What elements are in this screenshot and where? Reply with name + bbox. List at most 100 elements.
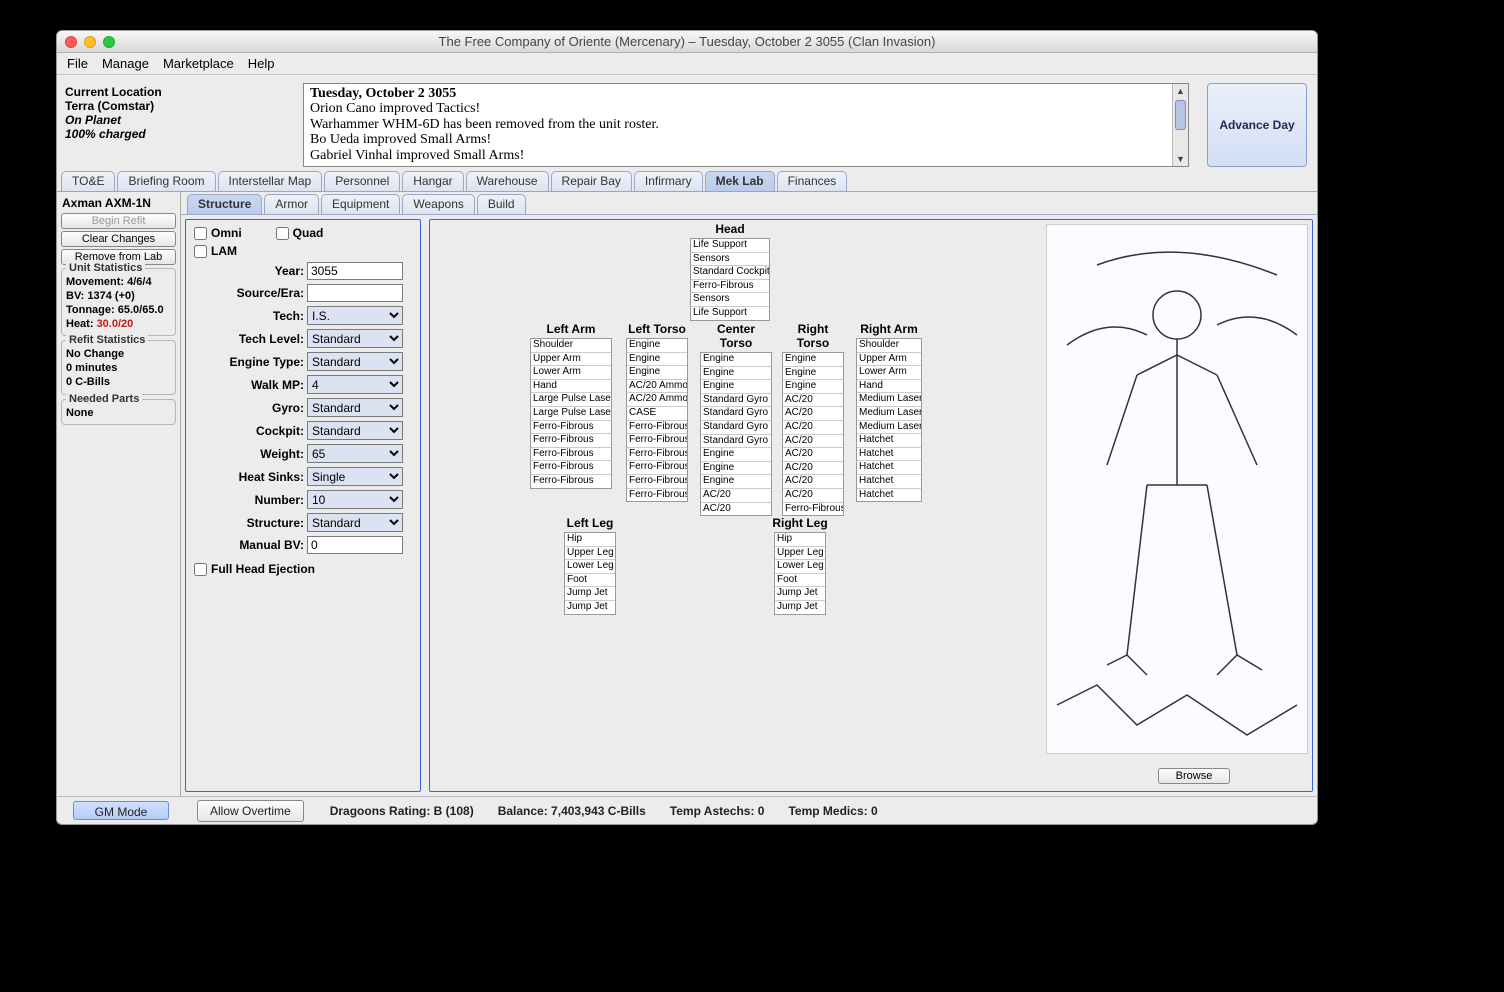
menu-marketplace[interactable]: Marketplace (163, 56, 234, 71)
crit-slot[interactable]: Hip (565, 533, 615, 547)
structure-select[interactable]: Standard (307, 513, 403, 532)
year-field[interactable] (307, 262, 403, 280)
crit-slot[interactable]: Medium Laser (857, 393, 921, 407)
menu-file[interactable]: File (67, 56, 88, 71)
crit-slot[interactable]: Foot (565, 574, 615, 588)
crit-slot[interactable]: Hand (531, 380, 611, 394)
subtab-build[interactable]: Build (477, 194, 526, 214)
crit-slot[interactable]: Ferro-Fibrous (627, 434, 687, 448)
crit-slot[interactable]: Ferro-Fibrous (531, 475, 611, 488)
menu-manage[interactable]: Manage (102, 56, 149, 71)
crit-slot[interactable]: Hatchet (857, 475, 921, 489)
crit-slot[interactable]: Engine (701, 380, 771, 394)
crit-slot[interactable]: Standard Cockpit (691, 266, 769, 280)
crit-slot[interactable]: Lower Leg (565, 560, 615, 574)
loc-lt-slots[interactable]: EngineEngineEngineAC/20 AmmoAC/20 AmmoCA… (626, 338, 688, 502)
allow-overtime-button[interactable]: Allow Overtime (197, 800, 304, 822)
omni-checkbox[interactable]: Omni (194, 226, 242, 240)
crit-slot[interactable]: Standard Gyro (701, 421, 771, 435)
crit-slot[interactable]: Engine (701, 367, 771, 381)
crit-slot[interactable]: AC/20 (783, 421, 843, 435)
crit-slot[interactable]: AC/20 (701, 503, 771, 516)
crit-slot[interactable]: AC/20 (783, 435, 843, 449)
subtab-weapons[interactable]: Weapons (402, 194, 474, 214)
subtab-equipment[interactable]: Equipment (321, 194, 400, 214)
gyro-select[interactable]: Standard (307, 398, 403, 417)
crit-slot[interactable]: Standard Gyro (701, 435, 771, 449)
crit-slot[interactable]: Engine (627, 366, 687, 380)
crit-slot[interactable]: AC/20 Ammo (627, 393, 687, 407)
crit-slot[interactable]: Ferro-Fibrous (627, 475, 687, 489)
tab-repair[interactable]: Repair Bay (551, 171, 632, 191)
crit-slot[interactable]: Jump Jet (775, 601, 825, 614)
crit-slot[interactable]: Ferro-Fibrous (627, 421, 687, 435)
crit-slot[interactable]: Jump Jet (565, 601, 615, 614)
crit-slot[interactable]: Ferro-Fibrous (627, 489, 687, 502)
crit-slot[interactable]: Engine (627, 353, 687, 367)
crit-slot[interactable]: Hand (857, 380, 921, 394)
crit-slot[interactable]: Jump Jet (565, 587, 615, 601)
crit-slot[interactable]: AC/20 (783, 462, 843, 476)
loc-head-slots[interactable]: Life SupportSensorsStandard CockpitFerro… (690, 238, 770, 321)
crit-slot[interactable]: Engine (783, 380, 843, 394)
crit-slot[interactable]: AC/20 (783, 448, 843, 462)
crit-slot[interactable]: Ferro-Fibrous (531, 461, 611, 475)
crit-slot[interactable]: Hatchet (857, 461, 921, 475)
crit-slot[interactable]: Engine (783, 353, 843, 367)
crit-slot[interactable]: Shoulder (857, 339, 921, 353)
crit-slot[interactable]: AC/20 Ammo (627, 380, 687, 394)
tab-personnel[interactable]: Personnel (324, 171, 400, 191)
crit-slot[interactable]: Large Pulse Laser (531, 393, 611, 407)
crit-slot[interactable]: AC/20 (783, 475, 843, 489)
crit-slot[interactable]: Ferro-Fibrous (691, 280, 769, 294)
crit-slot[interactable]: Large Pulse Laser (531, 407, 611, 421)
crit-slot[interactable]: Sensors (691, 253, 769, 267)
log-scrollbar[interactable]: ▲ ▼ (1172, 84, 1188, 166)
crit-slot[interactable]: Shoulder (531, 339, 611, 353)
cockpit-select[interactable]: Standard (307, 421, 403, 440)
loc-ct-slots[interactable]: EngineEngineEngineStandard GyroStandard … (700, 352, 772, 516)
subtab-armor[interactable]: Armor (264, 194, 319, 214)
crit-slot[interactable]: Standard Gyro (701, 394, 771, 408)
begin-refit-button[interactable]: Begin Refit (61, 213, 176, 229)
tab-briefing[interactable]: Briefing Room (117, 171, 215, 191)
weight-select[interactable]: 65 (307, 444, 403, 463)
fullhead-checkbox[interactable]: Full Head Ejection (194, 562, 412, 576)
menu-help[interactable]: Help (248, 56, 275, 71)
crit-slot[interactable]: CASE (627, 407, 687, 421)
crit-slot[interactable]: AC/20 (783, 394, 843, 408)
tab-map[interactable]: Interstellar Map (218, 171, 323, 191)
engine-select[interactable]: Standard (307, 352, 403, 371)
browse-button[interactable]: Browse (1158, 768, 1230, 784)
subtab-structure[interactable]: Structure (187, 194, 262, 214)
crit-slot[interactable]: Ferro-Fibrous (627, 461, 687, 475)
crit-slot[interactable]: Upper Leg (775, 547, 825, 561)
crit-slot[interactable]: Ferro-Fibrous (627, 448, 687, 462)
crit-slot[interactable]: Upper Arm (531, 353, 611, 367)
walkmp-select[interactable]: 4 (307, 375, 403, 394)
crit-slot[interactable]: Lower Leg (775, 560, 825, 574)
crit-slot[interactable]: Engine (783, 367, 843, 381)
heatsinks-select[interactable]: Single (307, 467, 403, 486)
crit-slot[interactable]: Jump Jet (775, 587, 825, 601)
crit-slot[interactable]: Ferro-Fibrous (783, 503, 843, 516)
loc-ra-slots[interactable]: ShoulderUpper ArmLower ArmHandMedium Las… (856, 338, 922, 502)
crit-slot[interactable]: Ferro-Fibrous (531, 448, 611, 462)
crit-slot[interactable]: Lower Arm (531, 366, 611, 380)
crit-slot[interactable]: Life Support (691, 239, 769, 253)
crit-slot[interactable]: AC/20 (783, 489, 843, 503)
loc-rl-slots[interactable]: HipUpper LegLower LegFootJump JetJump Je… (774, 532, 826, 615)
crit-slot[interactable]: Engine (701, 462, 771, 476)
tech-select[interactable]: I.S. (307, 306, 403, 325)
lam-checkbox[interactable]: LAM (194, 244, 412, 258)
crit-slot[interactable]: Engine (701, 448, 771, 462)
tab-hangar[interactable]: Hangar (402, 171, 463, 191)
tab-toe[interactable]: TO&E (61, 171, 115, 191)
scroll-down-icon[interactable]: ▼ (1173, 152, 1188, 166)
crit-slot[interactable]: Ferro-Fibrous (531, 421, 611, 435)
crit-slot[interactable]: Medium Laser (857, 407, 921, 421)
tab-finances[interactable]: Finances (777, 171, 848, 191)
crit-slot[interactable]: AC/20 (783, 407, 843, 421)
gm-mode-button[interactable]: GM Mode (73, 801, 169, 820)
crit-slot[interactable]: Engine (701, 353, 771, 367)
